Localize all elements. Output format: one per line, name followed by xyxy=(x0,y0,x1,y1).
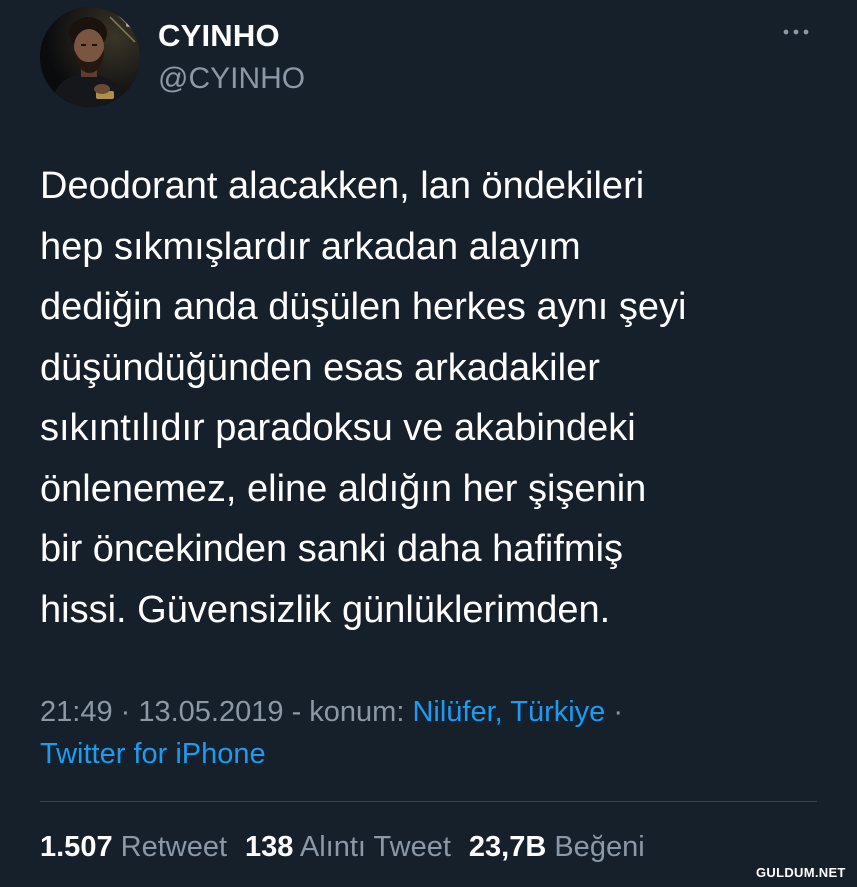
tweet-date[interactable]: 13.05.2019 xyxy=(138,696,283,728)
avatar[interactable] xyxy=(40,7,140,107)
tweet-card: CYINHO @CYINHO Deodorant alacakken, lan … xyxy=(0,0,857,887)
source-link[interactable]: Twitter for iPhone xyxy=(40,738,266,770)
quotes-label: Alıntı Tweet xyxy=(299,831,451,863)
user-handle[interactable]: @CYINHO xyxy=(158,62,305,96)
retweets-count: 1.507 xyxy=(40,831,113,863)
likes-count: 23,7B xyxy=(468,831,547,863)
watermark: GULDUM.NET xyxy=(756,865,846,880)
retweets-label: Retweet xyxy=(120,831,228,863)
location-prefix: - konum: xyxy=(283,696,413,728)
meta-separator: · xyxy=(605,696,624,728)
likes-stat[interactable]: 23,7B Beğeni xyxy=(469,831,645,863)
tweet-metadata: 21:49 · 13.05.2019 - konum: Nilüfer, Tür… xyxy=(40,691,830,775)
retweets-stat[interactable]: 1.507 Retweet xyxy=(40,831,227,863)
quotes-count: 138 xyxy=(245,831,294,863)
display-name[interactable]: CYINHO xyxy=(158,18,280,54)
more-options-icon[interactable] xyxy=(780,22,812,42)
location-link[interactable]: Nilüfer, Türkiye xyxy=(412,696,605,728)
likes-label: Beğeni xyxy=(554,831,645,863)
tweet-time[interactable]: 21:49 xyxy=(40,696,113,728)
engagement-stats: 1.507 Retweet 138 Alıntı Tweet 23,7B Beğen… xyxy=(40,827,645,867)
tweet-text: Deodorant alacakken, lan öndekileri hep … xyxy=(40,165,687,631)
divider xyxy=(40,801,817,802)
meta-separator: · xyxy=(112,696,139,728)
quotes-stat[interactable]: 138 Alıntı Tweet xyxy=(245,831,451,863)
avatar-photo-icon xyxy=(40,7,140,107)
